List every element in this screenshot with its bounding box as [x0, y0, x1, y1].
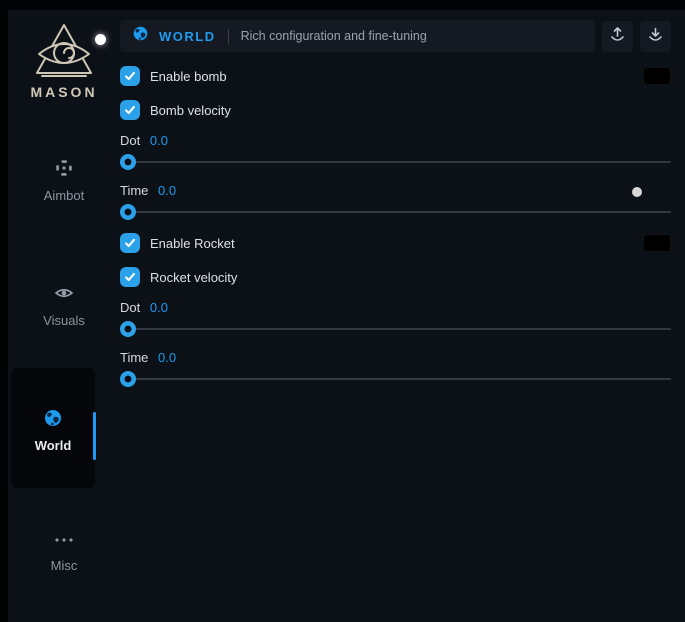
checkbox-label: Rocket velocity	[150, 270, 237, 285]
globe-icon	[132, 25, 149, 47]
sidebar: MASON Aimbot	[8, 10, 120, 622]
slider-label: Dot	[120, 133, 140, 148]
slider-track[interactable]	[120, 211, 671, 213]
download-config-button[interactable]	[640, 21, 671, 52]
slider-label-row: Time 0.0	[120, 184, 671, 198]
setting-row: Enable bomb	[120, 66, 671, 86]
slider-time-rocket[interactable]	[120, 371, 671, 387]
slider-track[interactable]	[120, 161, 671, 163]
globe-icon	[43, 415, 63, 432]
color-picker-swatch[interactable]	[643, 67, 671, 85]
header: WORLD Rich configuration and fine-tuning	[120, 20, 671, 52]
upload-icon	[609, 26, 626, 46]
sidebar-item-misc[interactable]: Misc	[8, 532, 120, 573]
divider	[228, 29, 229, 44]
checkbox-enable-rocket[interactable]	[120, 233, 140, 253]
slider-value: 0.0	[158, 183, 176, 198]
sidebar-item-world[interactable]: World	[11, 368, 95, 488]
slider-track[interactable]	[120, 378, 671, 380]
sidebar-item-label: World	[11, 438, 95, 453]
mason-menu-window: MASON Aimbot	[8, 10, 685, 622]
screen: MASON Aimbot	[0, 0, 685, 622]
slider-dot-bomb[interactable]	[120, 154, 671, 170]
slider-label-row: Dot 0.0	[120, 134, 671, 148]
sidebar-item-label: Aimbot	[8, 188, 120, 203]
download-icon	[647, 26, 664, 46]
eye-icon	[54, 290, 74, 307]
slider-value: 0.0	[158, 350, 176, 365]
logo-title: MASON	[8, 84, 120, 100]
setting-row: Enable Rocket	[120, 233, 671, 253]
slider-thumb[interactable]	[120, 371, 136, 387]
tab-header-bar: WORLD Rich configuration and fine-tuning	[120, 20, 595, 52]
color-picker-swatch[interactable]	[643, 234, 671, 252]
crosshair-icon	[54, 165, 74, 182]
page-title: WORLD	[159, 29, 216, 44]
upload-config-button[interactable]	[602, 21, 633, 52]
setting-row: Rocket velocity	[120, 267, 671, 287]
slider-label-row: Time 0.0	[120, 351, 671, 365]
slider-label: Time	[120, 183, 148, 198]
slider-thumb[interactable]	[120, 204, 136, 220]
checkbox-bomb-velocity[interactable]	[120, 100, 140, 120]
slider-label: Time	[120, 350, 148, 365]
slider-value: 0.0	[150, 300, 168, 315]
active-indicator-bar	[93, 412, 96, 460]
setting-row: Bomb velocity	[120, 100, 671, 120]
page-subtitle: Rich configuration and fine-tuning	[241, 29, 427, 43]
checkbox-rocket-velocity[interactable]	[120, 267, 140, 287]
checkbox-label: Enable Rocket	[150, 236, 235, 251]
slider-thumb[interactable]	[120, 154, 136, 170]
sidebar-item-label: Visuals	[8, 313, 120, 328]
slider-label-row: Dot 0.0	[120, 301, 671, 315]
slider-time-bomb[interactable]	[120, 204, 671, 220]
slider-value: 0.0	[150, 133, 168, 148]
checkbox-enable-bomb[interactable]	[120, 66, 140, 86]
sidebar-item-aimbot[interactable]: Aimbot	[8, 158, 120, 203]
checkbox-label: Bomb velocity	[150, 103, 231, 118]
eye-pyramid-icon	[8, 22, 120, 80]
logo: MASON	[8, 22, 120, 100]
checkbox-label: Enable bomb	[150, 69, 227, 84]
slider-dot-rocket[interactable]	[120, 321, 671, 337]
main-content: WORLD Rich configuration and fine-tuning	[120, 10, 685, 622]
ellipsis-icon	[53, 535, 75, 552]
slider-thumb[interactable]	[120, 321, 136, 337]
slider-label: Dot	[120, 300, 140, 315]
sidebar-item-visuals[interactable]: Visuals	[8, 283, 120, 328]
slider-track[interactable]	[120, 328, 671, 330]
sidebar-item-label: Misc	[8, 558, 120, 573]
